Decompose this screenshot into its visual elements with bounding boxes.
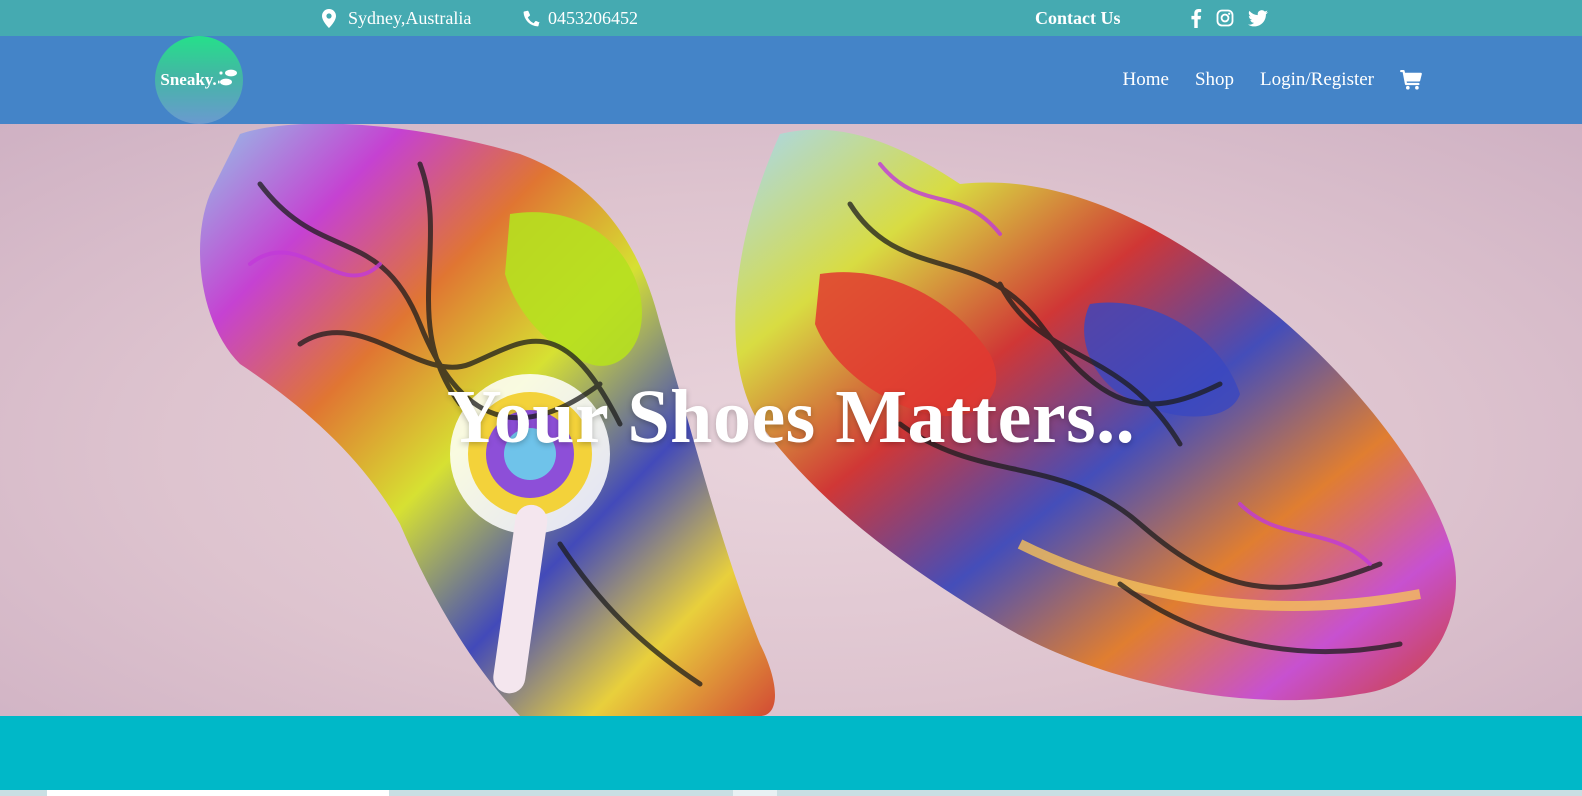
next-section-card <box>47 790 389 796</box>
next-section-card <box>733 790 777 796</box>
nav-login-register[interactable]: Login/Register <box>1260 69 1374 91</box>
hero-banner: Your Shoes Matters.. <box>0 124 1582 716</box>
shopping-cart-icon[interactable] <box>1400 70 1422 90</box>
main-navbar: Sneaky. Home Shop Login/Register <box>0 36 1582 124</box>
phone-text: 0453206452 <box>548 7 638 28</box>
location-info: Sydney,Australia <box>322 0 471 36</box>
contact-us-link[interactable]: Contact Us <box>1035 0 1121 36</box>
facebook-icon[interactable] <box>1190 8 1202 28</box>
primary-nav: Home Shop Login/Register <box>1123 36 1423 124</box>
site-logo[interactable]: Sneaky. <box>155 36 243 124</box>
map-marker-icon <box>322 8 336 28</box>
logo-text: Sneaky. <box>160 70 217 89</box>
hero-title: Your Shoes Matters.. <box>446 375 1136 459</box>
phone-icon <box>522 9 541 28</box>
shoe-prints-icon <box>217 69 238 92</box>
nav-shop[interactable]: Shop <box>1195 69 1234 91</box>
teal-section-band <box>0 716 1582 790</box>
phone-info: 0453206452 <box>522 0 638 36</box>
top-info-bar: Sydney,Australia 0453206452 Contact Us <box>0 0 1582 36</box>
instagram-icon[interactable] <box>1216 9 1234 27</box>
location-text: Sydney,Australia <box>348 7 472 28</box>
social-links <box>1190 0 1268 36</box>
twitter-icon[interactable] <box>1248 9 1268 27</box>
nav-home[interactable]: Home <box>1123 69 1169 91</box>
